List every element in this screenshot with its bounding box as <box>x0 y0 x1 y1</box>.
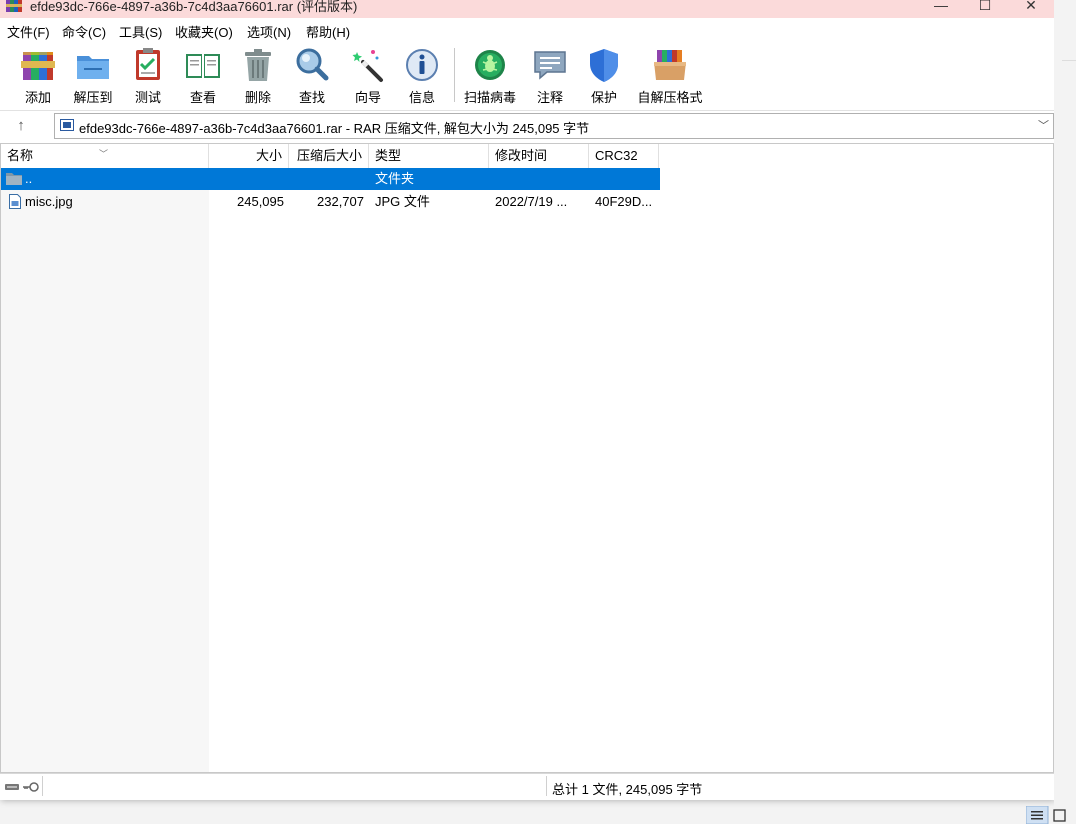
virus-scan-label: 扫描病毒 <box>463 90 516 105</box>
view-toggle-icons <box>1026 806 1066 824</box>
row-modified: 2022/7/19 ... <box>495 194 568 209</box>
column-size[interactable]: 大小 <box>209 144 289 168</box>
add-archive-icon <box>21 52 55 80</box>
column-packed[interactable]: 压缩后大小 <box>289 144 369 168</box>
test-button[interactable]: 测试 <box>126 42 170 108</box>
column-crc32[interactable]: CRC32 <box>589 144 659 168</box>
column-name-label: 名称 <box>7 148 34 163</box>
menu-options[interactable]: 选项(N) <box>247 22 291 41</box>
row-name: .. <box>25 171 33 186</box>
extract-to-icon <box>77 56 109 79</box>
file-row[interactable]: misc.jpg 245,095 232,707 JPG 文件 2022/7/1… <box>1 191 660 213</box>
address-row: ↑ efde93dc-766e-4897-a36b-7c4d3aa76601.r… <box>0 111 1054 141</box>
extract-to-label: 解压到 <box>73 90 113 105</box>
sfx-box-icon <box>654 50 686 80</box>
window-title: efde93dc-766e-4897-a36b-7c4d3aa76601.rar… <box>30 0 358 14</box>
column-header: 名称 ﹀ 大小 压缩后大小 类型 修改时间 CRC32 <box>1 144 661 168</box>
background-window-edge <box>1054 0 1076 824</box>
find-label: 查找 <box>298 90 325 105</box>
menu-favorites[interactable]: 收藏夹(O) <box>175 22 233 41</box>
test-icon <box>136 48 160 80</box>
wizard-wand-icon <box>352 50 383 82</box>
file-list[interactable]: 名称 ﹀ 大小 压缩后大小 类型 修改时间 CRC32 .. 文件夹 misc.… <box>0 143 1054 773</box>
info-label: 信息 <box>408 90 435 105</box>
status-separator <box>42 776 43 796</box>
minimize-button[interactable]: — <box>918 0 964 16</box>
archive-small-icon <box>60 119 74 131</box>
winrar-app-icon <box>6 0 22 12</box>
toolbar: 添加 解压到 测试 查看 删除 查找 向导 信息 扫描病毒 注释 保护 自解压格… <box>0 42 1054 111</box>
comment-label: 注释 <box>536 90 563 105</box>
test-label: 测试 <box>134 90 161 105</box>
shield-icon <box>590 49 618 82</box>
jpg-file-icon <box>9 194 21 209</box>
menu-tools[interactable]: 工具(S) <box>119 22 162 41</box>
address-bar[interactable]: efde93dc-766e-4897-a36b-7c4d3aa76601.rar… <box>54 113 1054 139</box>
row-type: JPG 文件 <box>375 194 430 209</box>
row-type: 文件夹 <box>375 171 415 186</box>
parent-folder-row[interactable]: .. 文件夹 <box>1 168 660 190</box>
menu-file[interactable]: 文件(F) <box>7 22 50 41</box>
wizard-button[interactable]: 向导 <box>346 42 390 108</box>
menu-bar: 文件(F) 命令(C) 工具(S) 收藏夹(O) 选项(N) 帮助(H) <box>0 19 1054 41</box>
status-bar: 总计 1 文件, 245,095 字节 <box>0 773 1054 799</box>
row-name: misc.jpg <box>25 194 73 209</box>
toolbar-separator <box>454 48 455 102</box>
delete-label: 删除 <box>244 90 271 105</box>
sort-caret-icon: ﹀ <box>99 149 109 159</box>
status-separator <box>546 776 547 796</box>
trash-icon <box>245 49 271 81</box>
title-bar: efde93dc-766e-4897-a36b-7c4d3aa76601.rar… <box>0 0 1054 18</box>
drive-key-icon <box>5 782 39 792</box>
view-label: 查看 <box>189 90 216 105</box>
delete-button[interactable]: 删除 <box>236 42 280 108</box>
view-book-icon <box>186 54 220 78</box>
find-magnifier-icon <box>296 48 329 81</box>
comment-button[interactable]: 注释 <box>528 42 572 108</box>
sfx-label: 自解压格式 <box>637 90 703 105</box>
info-icon <box>406 49 438 81</box>
add-button[interactable]: 添加 <box>16 42 60 108</box>
protect-button[interactable]: 保护 <box>582 42 626 108</box>
info-button[interactable]: 信息 <box>400 42 444 108</box>
row-size: 245,095 <box>237 194 284 209</box>
menu-help[interactable]: 帮助(H) <box>306 22 350 41</box>
find-button[interactable]: 查找 <box>290 42 334 108</box>
sfx-button[interactable]: 自解压格式 <box>634 42 706 108</box>
add-label: 添加 <box>24 90 51 105</box>
menu-commands[interactable]: 命令(C) <box>62 22 106 41</box>
name-column-background <box>1 168 209 772</box>
up-one-level-button[interactable]: ↑ <box>10 116 32 136</box>
protect-label: 保护 <box>590 90 617 105</box>
column-type[interactable]: 类型 <box>369 144 489 168</box>
background-divider <box>1062 60 1076 61</box>
row-crc32: 40F29D... <box>595 194 653 209</box>
view-button[interactable]: 查看 <box>180 42 226 108</box>
chevron-down-icon[interactable]: ﹀ <box>1038 117 1049 133</box>
maximize-button[interactable]: ☐ <box>962 0 1008 16</box>
virus-scan-button[interactable]: 扫描病毒 <box>462 42 518 108</box>
status-summary: 总计 1 文件, 245,095 字节 <box>552 782 703 797</box>
folder-icon <box>6 173 22 185</box>
extract-to-button[interactable]: 解压到 <box>66 42 120 108</box>
virus-scan-icon <box>475 50 505 80</box>
winrar-window: efde93dc-766e-4897-a36b-7c4d3aa76601.rar… <box>0 0 1054 800</box>
close-button[interactable]: ✕ <box>1008 0 1054 16</box>
row-packed-size: 232,707 <box>317 194 364 209</box>
column-name[interactable]: 名称 ﹀ <box>1 144 209 168</box>
address-text: efde93dc-766e-4897-a36b-7c4d3aa76601.rar… <box>79 121 590 136</box>
comment-icon <box>534 51 566 80</box>
wizard-label: 向导 <box>354 90 381 105</box>
column-modified[interactable]: 修改时间 <box>489 144 589 168</box>
